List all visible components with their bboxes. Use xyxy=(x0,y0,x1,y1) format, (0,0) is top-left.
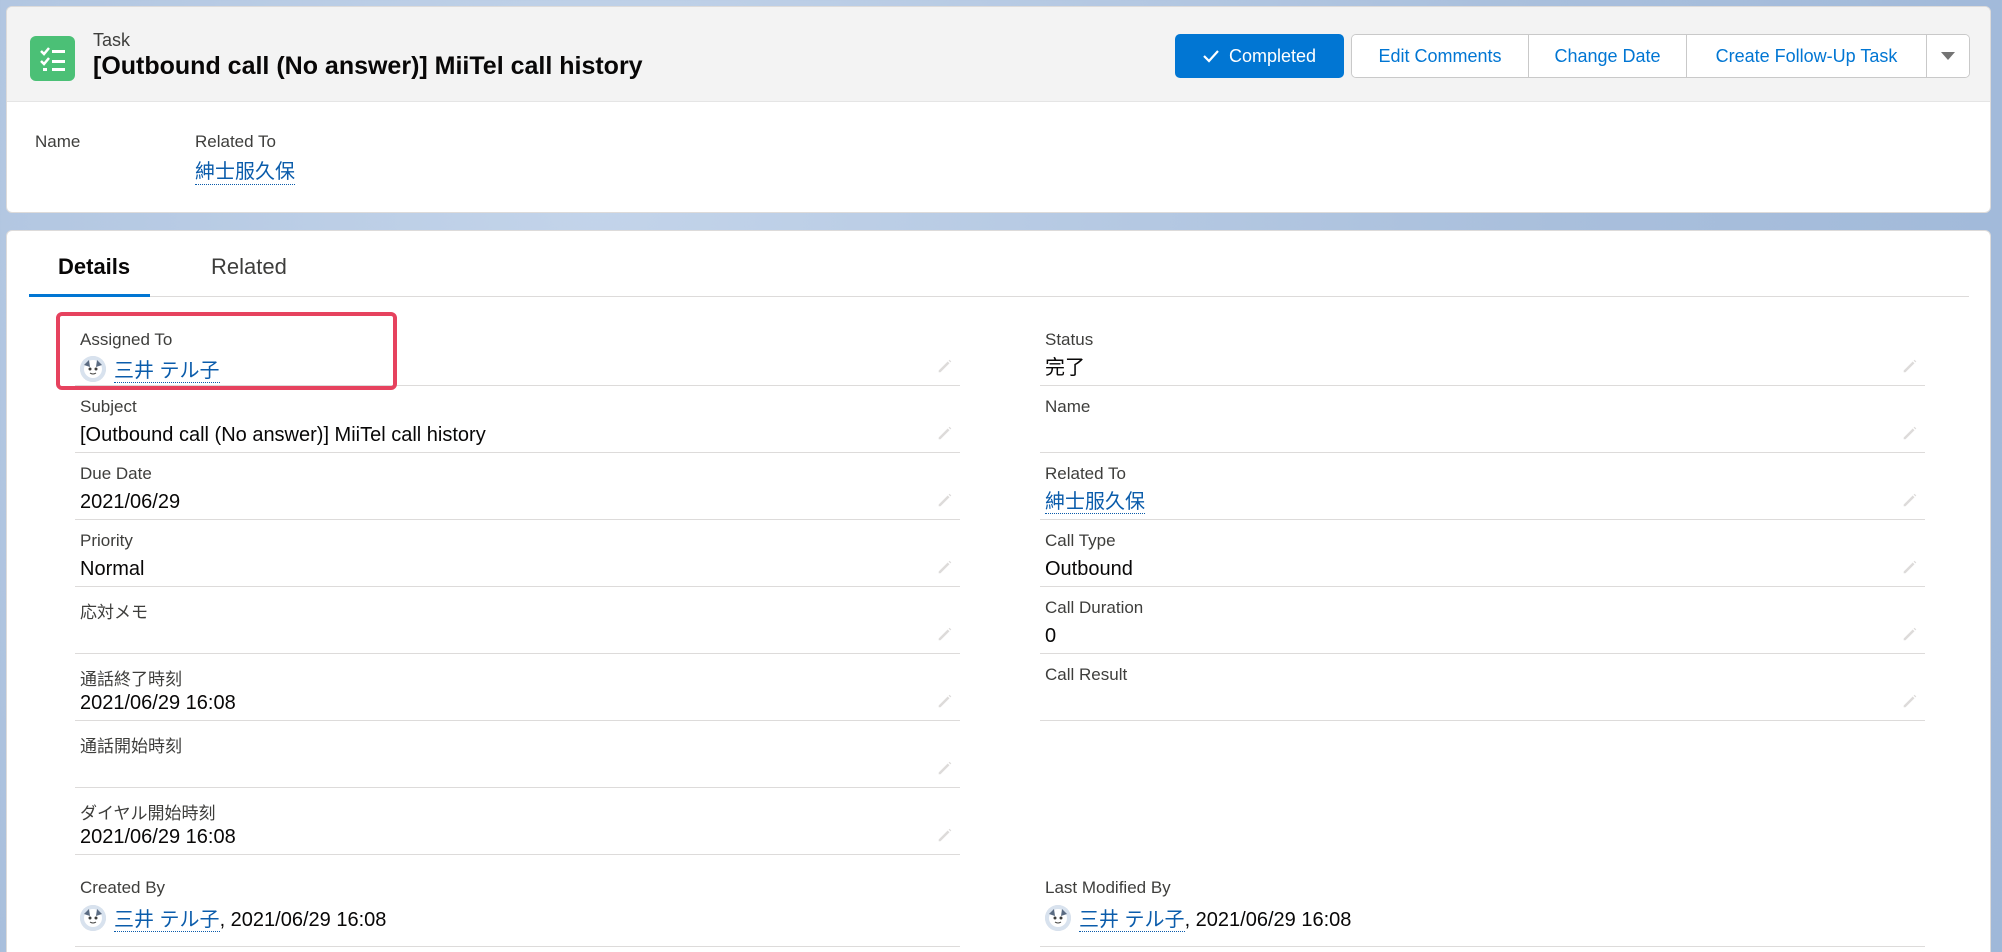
action-bar: Completed Edit Comments Change Date Crea… xyxy=(1175,34,1970,78)
more-actions-button[interactable] xyxy=(1927,35,1969,77)
field-value: 三井 テル子, 2021/06/29 16:08 xyxy=(1045,905,1351,932)
completed-label: Completed xyxy=(1228,45,1317,66)
change-date-button[interactable]: Change Date xyxy=(1529,35,1687,77)
edit-pencil-icon[interactable] xyxy=(936,424,954,442)
field-response-memo: 応対メモ xyxy=(75,587,960,654)
task-icon xyxy=(30,36,75,81)
field-label: 通話終了時刻 xyxy=(80,670,182,689)
field-subject: Subject [Outbound call (No answer)] MiiT… xyxy=(75,386,960,453)
field-label: Related To xyxy=(1045,464,1126,483)
edit-pencil-icon[interactable] xyxy=(936,625,954,643)
field-due-date: Due Date 2021/06/29 xyxy=(75,453,960,520)
field-label: Created By xyxy=(80,878,166,897)
edit-pencil-icon[interactable] xyxy=(936,357,954,375)
action-button-group: Edit Comments Change Date Create Follow-… xyxy=(1351,34,1970,78)
page-title: [Outbound call (No answer)] MiiTel call … xyxy=(93,52,643,80)
field-label: Priority xyxy=(80,531,133,550)
created-by-date: , 2021/06/29 16:08 xyxy=(219,909,387,931)
chevron-down-icon xyxy=(1941,52,1955,60)
field-value: Normal xyxy=(80,558,145,580)
field-call-end-time: 通話終了時刻 2021/06/29 16:08 xyxy=(75,654,960,721)
checkmark-icon xyxy=(1203,50,1219,63)
field-label: Call Duration xyxy=(1045,598,1144,617)
field-call-result: Call Result xyxy=(1040,654,1925,721)
field-created-by: Created By 三井 テル子, 2021/06/29 16:08 xyxy=(75,867,960,947)
create-follow-up-task-button[interactable]: Create Follow-Up Task xyxy=(1687,35,1927,77)
completed-button[interactable]: Completed xyxy=(1175,34,1344,78)
field-value: [Outbound call (No answer)] MiiTel call … xyxy=(80,424,486,446)
modified-by-date: , 2021/06/29 16:08 xyxy=(1184,909,1352,931)
field-value: 2021/06/29 16:08 xyxy=(80,826,236,848)
edit-pencil-icon[interactable] xyxy=(936,759,954,777)
edit-pencil-icon[interactable] xyxy=(936,826,954,844)
object-label: Task xyxy=(93,30,131,50)
field-value: 紳士服久保 xyxy=(1045,490,1145,514)
field-dial-start-time: ダイヤル開始時刻 2021/06/29 16:08 xyxy=(75,788,960,855)
edit-comments-button[interactable]: Edit Comments xyxy=(1352,35,1529,77)
field-call-type: Call Type Outbound xyxy=(1040,520,1925,587)
annotation-highlight-box xyxy=(56,312,397,390)
edit-pencil-icon[interactable] xyxy=(1901,357,1919,375)
field-value: Outbound xyxy=(1045,558,1133,580)
highlight-related-link[interactable]: 紳士服久保 xyxy=(195,160,295,185)
edit-pencil-icon[interactable] xyxy=(1901,424,1919,442)
field-status: Status 完了 xyxy=(1040,319,1925,386)
field-label: Due Date xyxy=(80,464,152,483)
edit-pencil-icon[interactable] xyxy=(936,558,954,576)
user-avatar-icon xyxy=(80,905,106,931)
field-priority: Priority Normal xyxy=(75,520,960,587)
field-label: 応対メモ xyxy=(80,603,148,622)
field-label: Status xyxy=(1045,330,1094,349)
related-to-link[interactable]: 紳士服久保 xyxy=(1045,491,1145,514)
edit-pencil-icon[interactable] xyxy=(936,491,954,509)
active-tab-indicator xyxy=(29,294,150,297)
field-label: Call Result xyxy=(1045,665,1128,684)
record-header-top: Task [Outbound call (No answer)] MiiTel … xyxy=(7,7,1990,102)
field-label: ダイヤル開始時刻 xyxy=(80,804,216,823)
highlight-name-label: Name xyxy=(35,132,81,151)
created-by-link[interactable]: 三井 テル子 xyxy=(114,909,220,932)
edit-pencil-icon[interactable] xyxy=(1901,491,1919,509)
user-avatar-icon xyxy=(1045,905,1071,931)
field-label: 通話開始時刻 xyxy=(80,737,182,756)
tab-details[interactable]: Details xyxy=(58,254,130,280)
field-label: Last Modified By xyxy=(1045,878,1171,897)
field-name: Name xyxy=(1040,386,1925,453)
field-value: 0 xyxy=(1045,625,1057,647)
field-call-duration: Call Duration 0 xyxy=(1040,587,1925,654)
modified-by-link[interactable]: 三井 テル子 xyxy=(1079,909,1185,932)
tab-related[interactable]: Related xyxy=(211,254,287,280)
field-value: 完了 xyxy=(1045,357,1085,379)
edit-pencil-icon[interactable] xyxy=(1901,625,1919,643)
edit-pencil-icon[interactable] xyxy=(936,692,954,710)
field-last-modified-by: Last Modified By 三井 テル子, 2021/06/29 16:0… xyxy=(1040,867,1925,947)
field-label: Name xyxy=(1045,397,1091,416)
tab-bar: Details Related xyxy=(29,231,1969,297)
record-header: Task [Outbound call (No answer)] MiiTel … xyxy=(6,6,1991,213)
field-label: Subject xyxy=(80,397,137,416)
field-related-to: Related To 紳士服久保 xyxy=(1040,453,1925,520)
field-call-start-time: 通話開始時刻 xyxy=(75,721,960,788)
field-value: 三井 テル子, 2021/06/29 16:08 xyxy=(80,905,386,932)
field-value: 2021/06/29 xyxy=(80,491,181,513)
highlight-related-label: Related To xyxy=(195,132,276,151)
field-label: Call Type xyxy=(1045,531,1116,550)
field-value: 2021/06/29 16:08 xyxy=(80,692,236,714)
edit-pencil-icon[interactable] xyxy=(1901,558,1919,576)
edit-pencil-icon[interactable] xyxy=(1901,692,1919,710)
